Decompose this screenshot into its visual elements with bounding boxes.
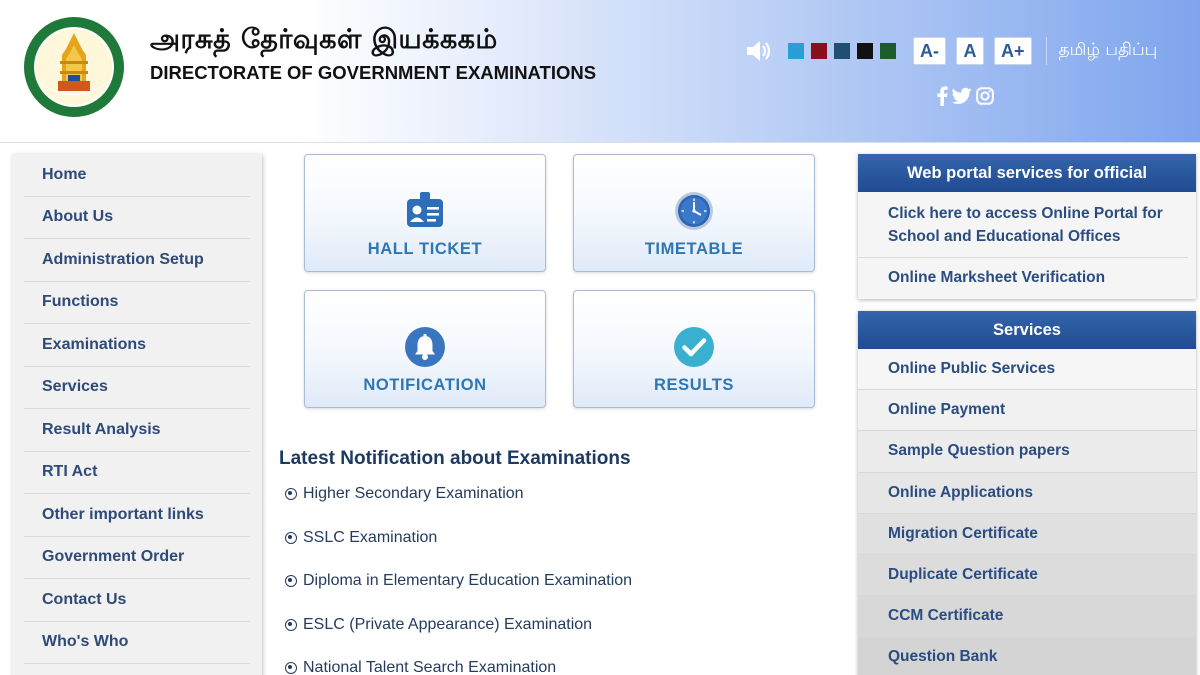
theme-swatch-green[interactable] [880, 43, 896, 59]
nav-item-rti-act[interactable]: RTI Act [24, 452, 250, 494]
radio-bullet-icon [285, 575, 297, 587]
site-header: அரசுத் தேர்வுகள் இயக்ககம் DIRECTORATE OF… [0, 0, 1200, 143]
notification-link[interactable]: National Talent Search Examination [303, 659, 556, 675]
latest-notifications-heading: Latest Notification about Examinations [279, 448, 631, 469]
service-question-bank[interactable]: Question Bank [858, 637, 1196, 675]
accessibility-toolbar: A- A A+ தமிழ் பதிப்பு [744, 36, 1157, 66]
list-item[interactable]: Diploma in Elementary Education Examinat… [285, 570, 632, 614]
social-links [936, 86, 994, 106]
online-portal-link[interactable]: Click here to access Online Portal for S… [858, 192, 1188, 258]
tamil-nadu-emblem-logo[interactable] [22, 15, 126, 119]
service-sample-question-papers[interactable]: Sample Question papers [858, 431, 1196, 473]
hall-ticket-tile[interactable]: HALL TICKET [304, 154, 546, 272]
bell-icon [405, 327, 445, 367]
theme-swatch-maroon[interactable] [811, 43, 827, 59]
nav-item-result-analysis[interactable]: Result Analysis [24, 409, 250, 452]
radio-bullet-icon [285, 531, 297, 544]
nav-item-services[interactable]: Services [24, 367, 250, 409]
nav-item-whos-who[interactable]: Who's Who [24, 622, 250, 664]
web-portal-heading: Web portal services for official [858, 154, 1196, 192]
facebook-icon[interactable] [936, 86, 948, 106]
nav-item-other-important-links[interactable]: Other important links [24, 494, 250, 537]
notification-list: Higher Secondary Examination SSLC Examin… [285, 483, 632, 675]
results-label: RESULTS [654, 376, 734, 394]
timetable-tile[interactable]: TIMETABLE [573, 154, 815, 272]
notification-link[interactable]: Higher Secondary Examination [303, 485, 524, 503]
nav-item-about-us[interactable]: About Us [24, 197, 250, 239]
font-decrease-button[interactable]: A- [913, 37, 946, 65]
theme-swatch-black[interactable] [857, 43, 873, 59]
list-item[interactable]: ESLC (Private Appearance) Examination [285, 614, 632, 658]
speaker-icon[interactable] [744, 36, 774, 66]
notification-link[interactable]: SSLC Examination [303, 529, 437, 547]
notification-link[interactable]: ESLC (Private Appearance) Examination [303, 616, 592, 634]
radio-bullet-icon [285, 618, 297, 631]
notification-tile[interactable]: NOTIFICATION [304, 290, 546, 408]
list-item[interactable]: National Talent Search Examination [285, 657, 632, 675]
services-heading: Services [858, 311, 1196, 349]
notification-label: NOTIFICATION [363, 376, 487, 394]
nav-item-contact-us[interactable]: Contact Us [24, 579, 250, 622]
web-portal-panel: Web portal services for official Click h… [858, 154, 1196, 299]
nav-item-government-order[interactable]: Government Order [24, 537, 250, 579]
checkmark-icon [674, 327, 714, 367]
service-duplicate-certificate[interactable]: Duplicate Certificate [858, 554, 1196, 597]
toolbar-divider [1045, 37, 1047, 65]
service-migration-certificate[interactable]: Migration Certificate [858, 513, 1196, 555]
nav-item-functions[interactable]: Functions [24, 282, 250, 324]
service-online-applications[interactable]: Online Applications [858, 472, 1196, 514]
font-increase-button[interactable]: A+ [994, 37, 1032, 65]
left-navigation: Home About Us Administration Setup Funct… [12, 154, 262, 675]
radio-bullet-icon [285, 488, 297, 500]
radio-bullet-icon [285, 662, 297, 674]
theme-swatch-blue[interactable] [788, 43, 804, 59]
site-title-tamil: அரசுத் தேர்வுகள் இயக்ககம் [150, 24, 498, 55]
nav-item-administration-setup[interactable]: Administration Setup [24, 239, 250, 282]
list-item[interactable]: SSLC Examination [285, 527, 632, 571]
clock-icon [675, 192, 713, 230]
service-online-payment[interactable]: Online Payment [858, 390, 1196, 432]
services-panel: Services Online Public Services Online P… [858, 311, 1196, 675]
hall-ticket-label: HALL TICKET [367, 240, 483, 258]
list-item[interactable]: Higher Secondary Examination [285, 483, 632, 527]
twitter-icon[interactable] [952, 87, 972, 105]
timetable-label: TIMETABLE [644, 240, 744, 258]
nav-item-home[interactable]: Home [24, 154, 250, 197]
service-ccm-certificate[interactable]: CCM Certificate [858, 596, 1196, 638]
marksheet-verification-link[interactable]: Online Marksheet Verification [858, 258, 1196, 298]
instagram-icon[interactable] [976, 87, 994, 105]
tamil-version-link[interactable]: தமிழ் பதிப்பு [1059, 40, 1158, 62]
nav-item-examinations[interactable]: Examinations [24, 324, 250, 367]
font-reset-button[interactable]: A [956, 37, 984, 65]
site-title-english: DIRECTORATE OF GOVERNMENT EXAMINATIONS [150, 62, 597, 83]
id-card-icon [407, 192, 443, 227]
theme-swatch-teal[interactable] [834, 43, 850, 59]
service-online-public-services[interactable]: Online Public Services [858, 349, 1196, 391]
results-tile[interactable]: RESULTS [573, 290, 815, 408]
notification-link[interactable]: Diploma in Elementary Education Examinat… [303, 572, 632, 590]
